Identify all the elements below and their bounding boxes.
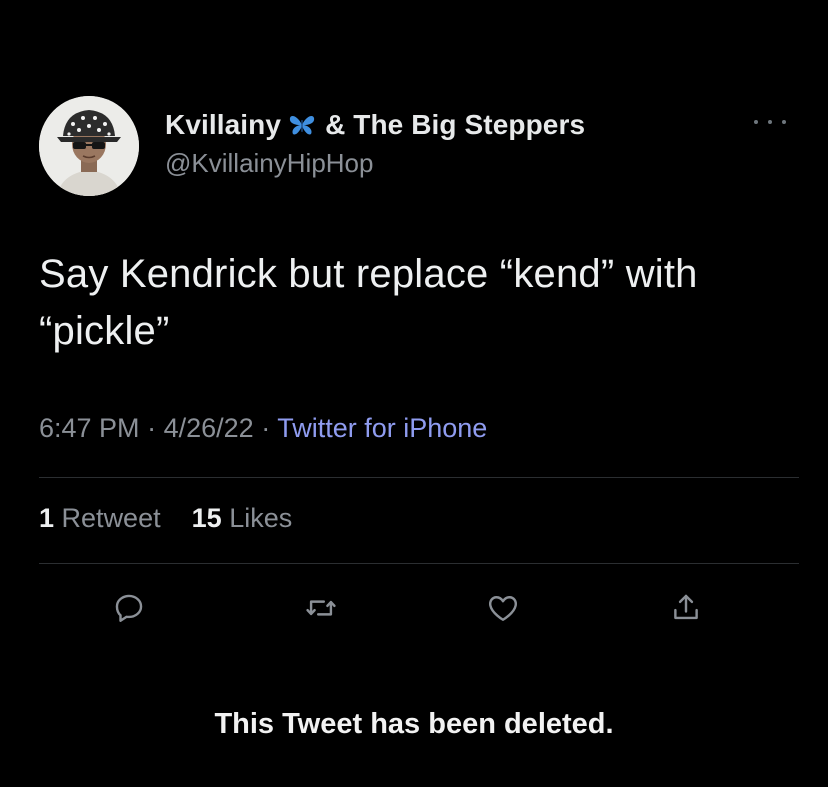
deleted-notice: This Tweet has been deleted.	[214, 708, 614, 740]
more-dot	[754, 120, 758, 124]
tweet-time[interactable]: 6:47 PM	[39, 413, 140, 443]
author-handle[interactable]: @KvillainyHipHop	[165, 148, 373, 179]
author-name-part2: & The Big Steppers	[325, 109, 586, 140]
like-button[interactable]	[485, 590, 521, 626]
divider	[39, 477, 799, 478]
meta-separator: ·	[261, 413, 271, 443]
retweet-button[interactable]	[303, 590, 339, 626]
share-icon	[674, 594, 698, 620]
like-count: 15	[191, 503, 222, 533]
more-icon[interactable]	[754, 112, 786, 132]
share-button[interactable]	[668, 590, 704, 626]
tweet-meta: 6:47 PM · 4/26/22 · Twitter for iPhone	[39, 413, 487, 444]
reply-button[interactable]	[111, 590, 147, 626]
more-dot	[768, 120, 772, 124]
more-dot	[782, 120, 786, 124]
meta-separator: ·	[147, 413, 157, 443]
retweet-count: 1	[39, 503, 55, 533]
butterfly-icon	[289, 114, 315, 136]
avatar-image	[39, 96, 139, 196]
divider	[39, 563, 799, 564]
reply-icon	[115, 594, 143, 622]
tweet-stats: 1 Retweet 15 Likes	[39, 503, 292, 534]
tweet-date[interactable]: 4/26/22	[164, 413, 254, 443]
author-name[interactable]: Kvillainy & The Big Steppers	[165, 107, 585, 143]
retweet-label: Retweet	[61, 503, 161, 533]
avatar[interactable]	[39, 96, 139, 196]
tweet-source-link[interactable]: Twitter for iPhone	[277, 413, 487, 443]
tweet-screen: Kvillainy & The Big Steppers @KvillainyH…	[0, 0, 828, 787]
tweet-text: Say Kendrick but replace “kend” with “pi…	[39, 252, 698, 353]
likes-stat[interactable]: 15 Likes	[192, 503, 293, 533]
author-name-part1: Kvillainy	[165, 109, 282, 140]
like-label: Likes	[229, 503, 293, 533]
retweets-stat[interactable]: 1 Retweet	[39, 503, 168, 533]
heart-icon	[489, 596, 517, 621]
retweet-icon	[306, 600, 336, 616]
